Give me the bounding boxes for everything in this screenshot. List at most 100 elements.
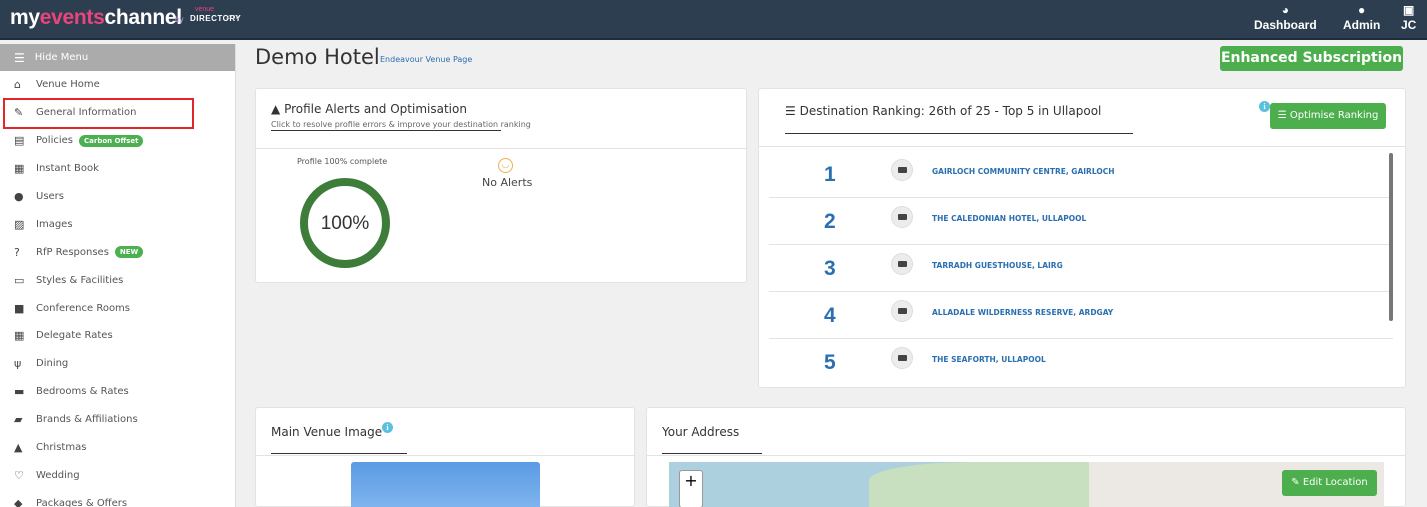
ranking-row: 2 THE CALEDONIAN HOTEL, ULLAPOOL — [769, 198, 1393, 245]
address-title: Your Address — [662, 425, 740, 439]
edit-icon: ✎ — [1291, 477, 1300, 488]
sidebar-item-images[interactable]: ▨ Images — [0, 210, 235, 238]
venue-name-link[interactable]: ALLADALE WILDERNESS RESERVE, ARDGAY — [932, 308, 1113, 317]
hamburger-icon: ☰ — [14, 50, 25, 65]
top-navigation-bar: myeventschannel by venue DIRECTORY .com … — [0, 0, 1427, 40]
nav-admin[interactable]: ● Admin — [1343, 3, 1380, 33]
camera-icon — [891, 253, 913, 275]
ranking-scrollbar[interactable] — [1389, 153, 1393, 321]
rank-number: 2 — [824, 210, 836, 233]
home-icon: ⌂ — [14, 78, 21, 92]
user-icon: ● — [14, 190, 24, 203]
rank-number: 3 — [824, 257, 836, 280]
venue-name-link[interactable]: GAIRLOCH COMMUNITY CENTRE, GAIRLOCH — [932, 167, 1115, 176]
sidebar-item-bedrooms-rates[interactable]: ▬ Bedrooms & Rates — [0, 378, 235, 406]
smiley-icon: ◡ — [498, 158, 513, 173]
ranking-title: ☰ Destination Ranking: 26th of 25 - Top … — [785, 104, 1102, 118]
logo-by-text: by — [175, 15, 184, 24]
panel-divider — [647, 455, 1405, 456]
panel-divider — [256, 148, 746, 149]
edit-location-button[interactable]: ✎ Edit Location — [1282, 470, 1377, 496]
list-icon: ☰ — [1277, 110, 1287, 121]
rank-number: 1 — [824, 163, 836, 186]
user-badge-icon: ▣ — [1403, 3, 1415, 17]
sidebar-item-instant-book[interactable]: ▦ Instant Book — [0, 155, 235, 183]
sidebar-item-dining[interactable]: ψ Dining — [0, 350, 235, 378]
nav-user[interactable]: ▣ JC — [1401, 3, 1416, 33]
no-alerts-text: No Alerts — [482, 176, 533, 189]
edit-icon: ✎ — [14, 106, 24, 120]
ranking-info-icon[interactable]: i — [1259, 101, 1270, 112]
title-underline — [271, 130, 501, 131]
subscription-button[interactable]: Enhanced Subscription — [1220, 46, 1403, 71]
sidebar-item-policies[interactable]: ▤ Policies Carbon Offset — [0, 127, 235, 155]
destination-ranking-panel: ☰ Destination Ranking: 26th of 25 - Top … — [758, 88, 1406, 388]
admin-icon: ● — [1358, 3, 1366, 17]
calendar-icon: ▦ — [14, 162, 25, 176]
camera-icon — [891, 347, 913, 369]
sidebar-item-delegate-rates[interactable]: ▦ Delegate Rates — [0, 322, 235, 350]
book-icon: ▰ — [14, 413, 23, 427]
venue-name-link[interactable]: THE SEAFORTH, ULLAPOOL — [932, 355, 1046, 364]
sidebar-item-wedding[interactable]: ♡ Wedding — [0, 461, 235, 489]
profile-alerts-title[interactable]: ▲ Profile Alerts and Optimisation — [271, 102, 467, 116]
main-venue-image-panel: Main Venue Image i — [255, 407, 635, 507]
profile-alerts-panel: ▲ Profile Alerts and Optimisation Click … — [255, 88, 747, 283]
question-icon: ? — [14, 245, 20, 259]
tree-icon: ▲ — [14, 441, 23, 455]
sidebar-item-venue-home[interactable]: ⌂ Venue Home — [0, 71, 235, 99]
ranking-row: 5 THE SEAFORTH, ULLAPOOL — [769, 339, 1393, 386]
briefcase-icon: ■ — [14, 301, 25, 315]
main-image-title-underline — [271, 453, 407, 454]
venue-name-link[interactable]: THE CALEDONIAN HOTEL, ULLAPOOL — [932, 214, 1086, 223]
logo-venue-text: venue — [195, 6, 215, 13]
sidebar-item-general-information[interactable]: ✎ General Information — [0, 99, 235, 127]
heart-icon: ♡ — [14, 468, 24, 482]
app-logo[interactable]: myeventschannel — [10, 6, 182, 30]
logo-com-text: .com — [226, 15, 240, 21]
warning-icon: ▲ — [271, 102, 281, 116]
optimise-ranking-button[interactable]: ☰ Optimise Ranking — [1270, 103, 1386, 129]
hide-menu-toggle[interactable]: ☰ Hide Menu — [0, 44, 235, 71]
page-title: Demo Hotel — [255, 45, 380, 69]
sidebar-item-christmas[interactable]: ▲ Christmas — [0, 434, 235, 462]
ranking-divider — [759, 146, 1405, 147]
bed-icon: ▬ — [14, 385, 25, 399]
profile-alerts-subtitle[interactable]: Click to resolve profile errors & improv… — [271, 120, 531, 129]
sidebar-item-users[interactable]: ● Users — [0, 183, 235, 211]
ranking-title-underline — [785, 133, 1133, 134]
sidebar-item-packages-offers[interactable]: ◆ Packages & Offers — [0, 489, 235, 507]
cutlery-icon: ψ — [14, 357, 22, 371]
calculator-icon: ▦ — [14, 329, 25, 343]
monitor-icon: ▭ — [14, 273, 25, 287]
venue-page-link[interactable]: Endeavour Venue Page — [380, 55, 472, 64]
main-image-info-icon[interactable]: i — [382, 422, 393, 433]
carbon-offset-badge: Carbon Offset — [79, 134, 144, 147]
list-icon: ☰ — [785, 104, 796, 118]
nav-dashboard[interactable]: ◕ Dashboard — [1254, 3, 1317, 33]
sidebar-item-styles-facilities[interactable]: ▭ Styles & Facilities — [0, 266, 235, 294]
sidebar-item-brands-affiliations[interactable]: ▰ Brands & Affiliations — [0, 406, 235, 434]
ranking-row: 1 GAIRLOCH COMMUNITY CENTRE, GAIRLOCH — [769, 151, 1393, 198]
ranking-row: 3 TARRADH GUESTHOUSE, LAIRG — [769, 245, 1393, 292]
rank-number: 5 — [824, 351, 836, 374]
new-badge: NEW — [114, 246, 144, 259]
camera-icon — [891, 206, 913, 228]
camera-icon — [891, 300, 913, 322]
profile-percent: 100% — [320, 213, 370, 234]
sidebar-item-rfp-responses[interactable]: ? RfP Responses NEW — [0, 238, 235, 266]
map-zoom-in-button[interactable]: + — [679, 470, 703, 507]
venue-name-link[interactable]: TARRADH GUESTHOUSE, LAIRG — [932, 261, 1063, 270]
document-icon: ▤ — [14, 134, 25, 148]
address-title-underline — [662, 453, 762, 454]
location-map[interactable]: + — [669, 462, 1384, 507]
tag-icon: ◆ — [14, 496, 23, 507]
dashboard-icon: ◕ — [1281, 3, 1289, 17]
camera-icon — [891, 159, 913, 181]
venue-photo[interactable] — [351, 462, 540, 507]
rank-number: 4 — [824, 304, 836, 327]
main-image-title: Main Venue Image — [271, 425, 383, 439]
profile-complete-label: Profile 100% complete — [297, 157, 388, 166]
address-panel: Your Address + ✎ Edit Location — [646, 407, 1406, 507]
sidebar-item-conference-rooms[interactable]: ■ Conference Rooms — [0, 294, 235, 322]
